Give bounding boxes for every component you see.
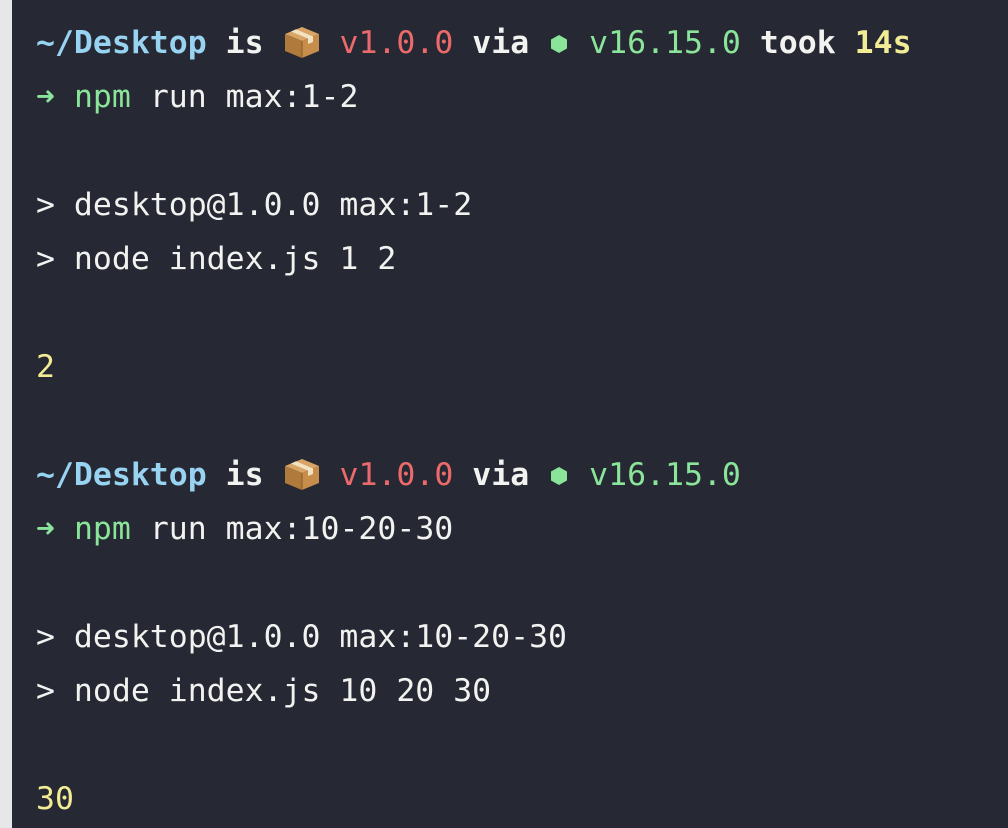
program-output: 2 — [36, 349, 55, 385]
package-icon — [284, 27, 319, 58]
command-program: npm — [73, 79, 131, 115]
shell-prompt-line: ~/Desktop is v1.0.0 via v16.15.0 took 14… — [36, 16, 1008, 70]
node-hexagon-icon — [551, 35, 568, 53]
command-line: ➜ npm run max:10-20-30 — [36, 502, 1008, 556]
package-icon — [284, 459, 319, 490]
command-args: run max:1-2 — [149, 79, 359, 115]
script-command-line: > node index.js 1 2 — [36, 241, 397, 277]
prompt-via-label: via — [472, 25, 530, 61]
terminal-window[interactable]: ~/Desktop is v1.0.0 via v16.15.0 took 14… — [0, 0, 1008, 828]
command-args: run max:10-20-30 — [149, 511, 454, 547]
prompt-is-label: is — [225, 25, 264, 61]
arrow-right-icon: ➜ — [36, 79, 55, 115]
command-program: npm — [73, 511, 131, 547]
prompt-duration: 14s — [854, 25, 912, 61]
prompt-package-version: v1.0.0 — [339, 25, 454, 61]
prompt-is-label: is — [225, 457, 264, 493]
prompt-package-version: v1.0.0 — [339, 457, 454, 493]
node-hexagon-icon — [551, 467, 568, 485]
script-command-line: > node index.js 10 20 30 — [36, 673, 492, 709]
arrow-right-icon: ➜ — [36, 511, 55, 547]
script-header-line: > desktop@1.0.0 max:10-20-30 — [36, 619, 568, 655]
prompt-took-label: took — [759, 25, 836, 61]
script-header-line: > desktop@1.0.0 max:1-2 — [36, 187, 473, 223]
prompt-node-version: v16.15.0 — [589, 457, 741, 493]
prompt-via-label: via — [472, 457, 530, 493]
program-output: 30 — [36, 781, 74, 817]
command-line: ➜ npm run max:1-2 — [36, 70, 1008, 124]
shell-prompt-line: ~/Desktop is v1.0.0 via v16.15.0 — [36, 448, 1008, 502]
prompt-path: ~/Desktop — [36, 457, 207, 493]
prompt-node-version: v16.15.0 — [589, 25, 741, 61]
prompt-path: ~/Desktop — [36, 25, 207, 61]
